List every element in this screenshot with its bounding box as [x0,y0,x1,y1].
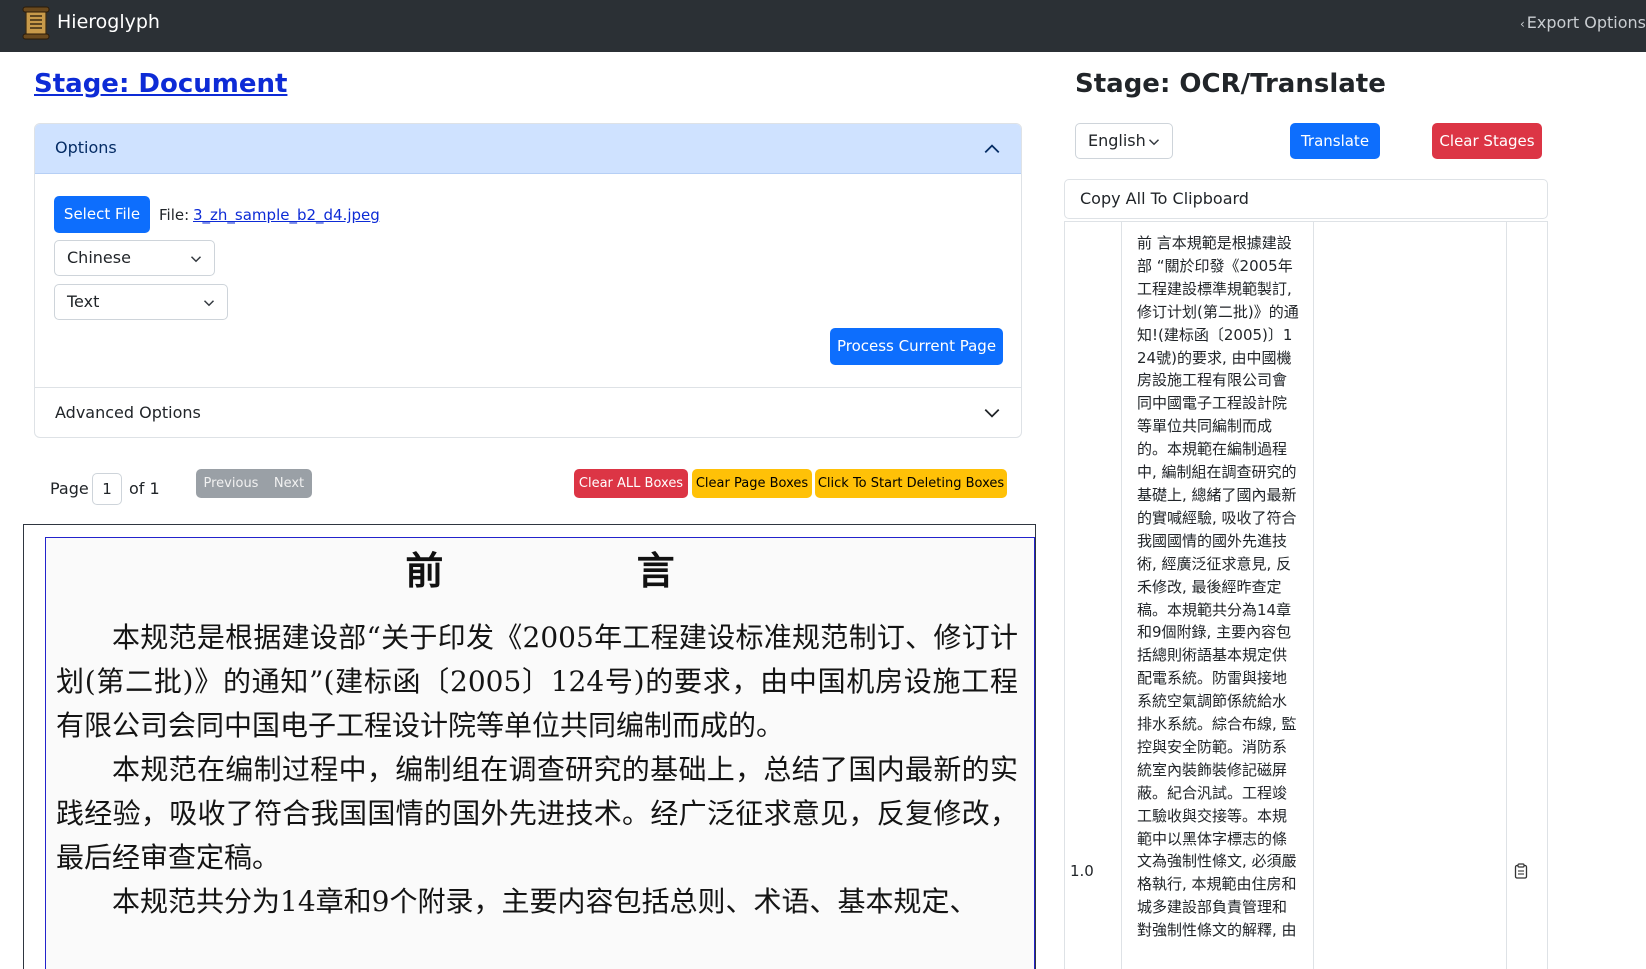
stage-document-title[interactable]: Stage: Document [34,68,287,100]
ocr-results-table: 1.0 前 言本規範是根據建設部 “關於印發《2005年工程建設標準規範製訂, … [1064,221,1548,969]
chevron-down-icon [190,256,202,263]
target-language-select[interactable]: English [1075,123,1173,159]
page-label: Page [50,479,89,498]
clear-all-boxes-button[interactable]: Clear ALL Boxes [574,469,688,498]
copy-all-to-clipboard[interactable]: Copy All To Clipboard [1064,179,1548,219]
process-current-page-button[interactable]: Process Current Page [830,328,1003,365]
stage-ocr-translate-title: Stage: OCR/Translate [1075,69,1386,99]
translate-button[interactable]: Translate [1290,123,1380,159]
export-options-label: Export Options [1526,13,1646,32]
file-name-link[interactable]: 3_zh_sample_b2_d4.jpeg [193,206,380,224]
target-language-value: English [1088,131,1146,150]
page-count-label: of 1 [129,479,160,498]
document-viewer[interactable]: 前 言 本规范是根据建设部“关于印发《2005年工程建设标准规范制订、修订计划(… [23,524,1036,969]
document-paragraph: 本规范共分为14章和9个附录，主要内容包括总则、术语、基本规定、 [112,885,978,918]
document-body: 本规范是根据建设部“关于印发《2005年工程建设标准规范制订、修订计划(第二批)… [56,616,1018,924]
chevron-left-icon: ‹ [1519,17,1525,31]
select-file-button[interactable]: Select File [54,196,150,233]
source-language-value: Chinese [67,248,131,267]
file-label: File: [159,206,190,224]
page-number-input[interactable]: 1 [92,473,122,505]
clear-page-boxes-button[interactable]: Clear Page Boxes [692,469,812,498]
mode-select[interactable]: Text [54,284,228,320]
chevron-down-icon [1148,139,1160,146]
ocr-selection-box[interactable]: 前 言 本规范是根据建设部“关于印发《2005年工程建设标准规范制订、修订计划(… [45,537,1035,969]
chevron-down-icon [984,408,1000,418]
column-divider [1121,222,1122,969]
options-accordion-header[interactable]: Options [35,124,1021,174]
scroll-logo-icon[interactable] [22,6,50,40]
export-options-toggle[interactable]: ‹ Export Options [1520,14,1646,33]
options-accordion: Options Select File File: 3_zh_sample_b2… [34,123,1022,438]
advanced-options-label: Advanced Options [55,403,201,422]
start-deleting-boxes-button[interactable]: Click To Start Deleting Boxes [815,469,1007,498]
navbar: Hieroglyph ‹ Export Options [0,0,1646,52]
next-page-button[interactable]: Next [266,469,312,498]
column-divider [1313,222,1314,969]
copy-all-label: Copy All To Clipboard [1080,189,1249,208]
source-language-select[interactable]: Chinese [54,240,215,276]
column-divider [1506,222,1507,969]
options-header-label: Options [55,138,117,157]
previous-page-button[interactable]: Previous [196,469,266,498]
clipboard-icon[interactable] [1514,863,1528,879]
app-name[interactable]: Hieroglyph [57,11,160,33]
chevron-up-icon [984,144,1000,154]
confidence-value: 1.0 [1070,862,1094,880]
clear-stages-button[interactable]: Clear Stages [1432,123,1542,159]
advanced-options-header[interactable]: Advanced Options [35,388,1021,437]
chevron-down-icon [203,300,215,307]
ocr-result-text[interactable]: 前 言本規範是根據建設部 “關於印發《2005年工程建設標準規範製訂, 修订计划… [1137,232,1301,942]
mode-value: Text [67,292,100,311]
document-paragraph: 本规范在编制过程中，编制组在调查研究的基础上，总结了国内最新的实践经验，吸收了符… [56,753,1018,874]
document-paragraph: 本规范是根据建设部“关于印发《2005年工程建设标准规范制订、修订计划(第二批)… [56,621,1018,742]
document-heading: 前 言 [405,548,765,593]
